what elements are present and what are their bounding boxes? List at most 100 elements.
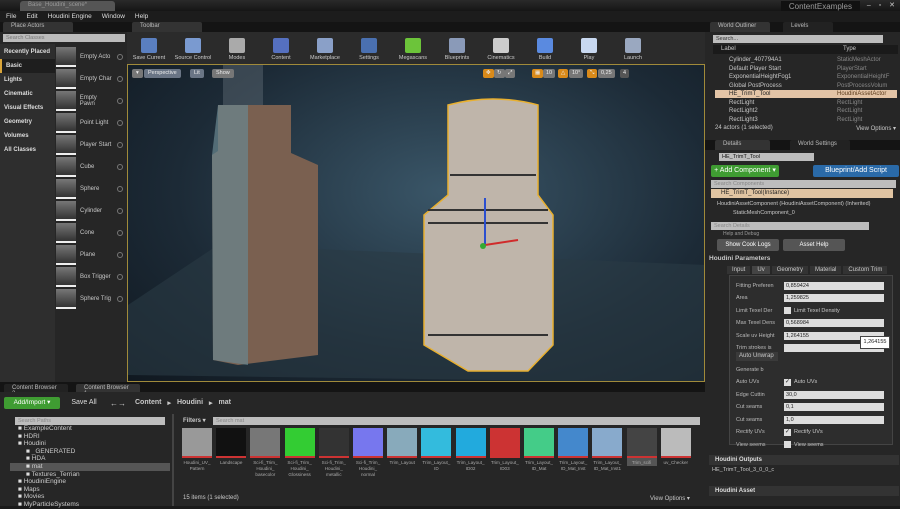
outliner-search-input[interactable]: Search... [713, 35, 883, 43]
folder-item[interactable]: ■ MyParticleSystems [10, 501, 170, 509]
help-icon[interactable] [117, 251, 123, 258]
help-debug-section[interactable]: Help and Debug [723, 231, 759, 237]
outliner-row[interactable]: Cylinder_407794A1 StaticMeshActor [715, 56, 897, 64]
help-icon[interactable] [117, 119, 123, 126]
assets-view-options[interactable]: View Options ▾ [650, 495, 690, 502]
panel-splitter[interactable] [172, 414, 174, 506]
asset-tile[interactable]: Trim_Layout [387, 428, 418, 466]
param-value-input[interactable]: 0,1 [784, 403, 884, 411]
grid-snap-value[interactable]: 10 [543, 69, 556, 78]
toolbar-launch-button[interactable]: Launch [611, 32, 655, 64]
blueprint-add-script-button[interactable]: Blueprint/Add Script [813, 165, 899, 177]
houdini-asset-component[interactable]: HoudiniAssetComponent (HoudiniAssetCompo… [717, 201, 870, 207]
help-icon[interactable] [117, 229, 123, 236]
category-cinematic[interactable]: Cinematic [0, 87, 55, 101]
breadcrumb-houdini[interactable]: Houdini [177, 399, 203, 407]
search-details-input[interactable]: Search Details [711, 222, 869, 230]
param-value-input[interactable]: 30,0 [784, 390, 884, 399]
outliner-row[interactable]: RectLight3 RectLight [715, 116, 897, 124]
lit-button[interactable]: Lit [190, 69, 204, 78]
column-label[interactable]: Label [721, 45, 736, 54]
scale-snap-icon[interactable]: ⤡ [587, 69, 598, 78]
perspective-button[interactable]: Perspective [144, 69, 181, 78]
houdini-parameters-section[interactable]: Houdini Parameters [709, 255, 770, 262]
asset-tile[interactable]: Trim_scifi [626, 428, 657, 466]
camera-speed[interactable]: 4 [620, 69, 630, 78]
param-tab-input[interactable]: Input [727, 266, 751, 274]
category-lights[interactable]: Lights [0, 73, 55, 87]
search-classes-input[interactable]: Search Classes [3, 34, 125, 42]
tab-world-settings[interactable]: World Settings [790, 140, 850, 150]
instance-row[interactable]: HE_TrimT_Tool(Instance) [711, 189, 893, 198]
gizmo-y-axis[interactable] [480, 243, 486, 249]
document-tab[interactable]: Base_Houdini_scene* [20, 1, 115, 11]
checkbox[interactable]: ✓ [784, 378, 791, 386]
outliner-row[interactable]: HE_TrimT_Tool HoudiniAssetActor [715, 90, 897, 98]
help-icon[interactable] [117, 163, 123, 170]
breadcrumb-mat[interactable]: mat [219, 399, 231, 407]
category-recently-placed[interactable]: Recently Placed [0, 45, 55, 59]
actor-item[interactable]: Sphere [56, 178, 126, 199]
translate-tool-icon[interactable]: ✥ [483, 69, 494, 78]
help-icon[interactable] [117, 141, 123, 148]
help-icon[interactable] [117, 75, 123, 82]
actor-item[interactable]: Point Light [56, 112, 126, 133]
outliner-row[interactable]: Default Player Start PlayerStart [715, 65, 897, 73]
toolbar-play-button[interactable]: Play [567, 32, 611, 64]
toolbar-source-control-button[interactable]: Source Control [171, 32, 215, 64]
help-icon[interactable] [117, 207, 123, 214]
help-icon[interactable] [117, 185, 123, 192]
actor-item[interactable]: Cube [56, 156, 126, 177]
asset-help-button[interactable]: Asset Help [783, 239, 845, 251]
add-import-button[interactable]: Add/Import ▾ [4, 397, 60, 409]
actor-item[interactable]: Box Trigger [56, 266, 126, 287]
scale-tool-icon[interactable]: ⤢ [505, 69, 516, 78]
checkbox[interactable] [784, 307, 791, 314]
help-icon[interactable] [117, 53, 123, 60]
houdini-outputs-section[interactable]: Houdini Outputs [709, 455, 899, 465]
param-tab-custom-trim[interactable]: Custom Trim [843, 266, 888, 274]
toolbar-megascans-button[interactable]: Megascans [391, 32, 435, 64]
menu-file[interactable]: File [6, 11, 16, 22]
window-controls[interactable]: – ▫ ✕ [867, 1, 898, 9]
column-type[interactable]: Type [843, 45, 856, 54]
menu-window[interactable]: Window [102, 11, 125, 22]
param-value-input[interactable]: 0,568984 [784, 319, 884, 327]
menu-houdini-engine[interactable]: Houdini Engine [48, 11, 92, 22]
outliner-view-options[interactable]: View Options ▾ [856, 125, 896, 132]
breadcrumb-content[interactable]: Content [135, 399, 161, 407]
toolbar-build-button[interactable]: Build [523, 32, 567, 64]
param-tab-uv[interactable]: Uv [752, 266, 770, 274]
category-visual-effects[interactable]: Visual Effects [0, 101, 55, 115]
actor-item[interactable]: Empty Acto [56, 46, 126, 67]
asset-tile[interactable]: Trim_Layout_ ID_Mat [524, 428, 554, 472]
help-icon[interactable] [117, 97, 123, 104]
param-value-input[interactable]: 0,859424 [784, 281, 884, 290]
actor-item[interactable]: Cone [56, 222, 126, 243]
asset-tile[interactable]: Trim_Layout_ ID [421, 428, 452, 472]
toolbar-modes-button[interactable]: Modes [215, 32, 259, 64]
actor-name-input[interactable]: HE_TrimT_Tool [719, 153, 814, 161]
actor-item[interactable]: Cylinder [56, 200, 126, 221]
actor-item[interactable]: Empty Pawn [56, 90, 126, 111]
static-mesh-component[interactable]: StaticMeshComponent_0 [733, 210, 795, 216]
tab-details[interactable]: Details [715, 140, 770, 150]
asset-tile[interactable]: Sci-fi_Trim_ Houdini_ normal [353, 428, 383, 478]
menu-help[interactable]: Help [135, 11, 148, 22]
help-icon[interactable] [117, 273, 123, 280]
houdini-output-item[interactable]: HE_TrimT_Tool_3_0_0_c [712, 467, 774, 473]
rotation-snap-icon[interactable]: △ [558, 69, 569, 78]
add-component-button[interactable]: + Add Component ▾ [711, 165, 779, 177]
toolbar-marketplace-button[interactable]: Marketplace [303, 32, 347, 64]
actor-item[interactable]: Plane [56, 244, 126, 265]
toolbar-settings-button[interactable]: Settings [347, 32, 391, 64]
param-value-input[interactable]: 1,0 [784, 415, 884, 424]
param-tab-material[interactable]: Material [810, 266, 842, 274]
asset-tile[interactable]: Trim_Layout_ ID03 [489, 428, 520, 472]
outliner-row[interactable]: RectLight RectLight [715, 99, 897, 107]
tab-levels[interactable]: Levels [783, 22, 833, 32]
tab-toolbar[interactable]: Toolbar [132, 22, 202, 32]
menu-edit[interactable]: Edit [26, 11, 37, 22]
actor-item[interactable]: Empty Char [56, 68, 126, 89]
viewport-options-button[interactable]: ▾ [132, 69, 143, 78]
